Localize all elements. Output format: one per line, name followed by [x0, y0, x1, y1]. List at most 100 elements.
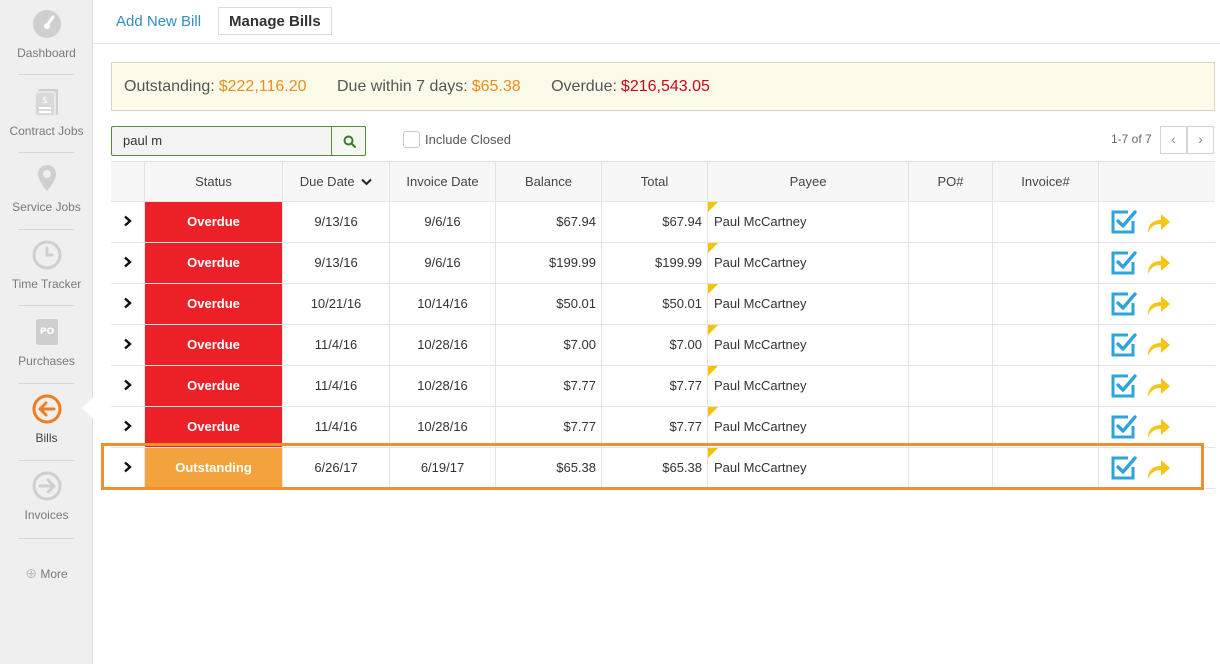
- chevron-right-icon: [124, 297, 132, 309]
- bills-summary: Outstanding: $222,116.20 Due within 7 day…: [111, 62, 1215, 111]
- due-date-cell: 11/4/16: [282, 366, 389, 406]
- payee-name: Paul McCartney: [714, 460, 807, 475]
- nav-time-tracker[interactable]: Time Tracker: [0, 239, 93, 291]
- invoice-number-cell: [992, 284, 1098, 324]
- header-payee[interactable]: Payee: [707, 162, 908, 202]
- chevron-right-icon: [124, 256, 132, 268]
- expand-row-button[interactable]: [111, 284, 144, 324]
- chevron-right-icon: [124, 379, 132, 391]
- header-balance[interactable]: Balance: [495, 162, 601, 202]
- due-date-cell: 9/13/16: [282, 243, 389, 283]
- edit-checkbox-icon[interactable]: [1109, 331, 1137, 359]
- nav-service-jobs[interactable]: Service Jobs: [0, 162, 93, 214]
- table-row[interactable]: Overdue 9/13/16 9/6/16 $199.99 $199.99 P…: [111, 243, 1215, 284]
- pager-count: 1-7 of 7: [1111, 132, 1152, 146]
- chevron-right-icon: [124, 420, 132, 432]
- forward-arrow-icon[interactable]: [1145, 253, 1171, 275]
- expand-row-button[interactable]: [111, 202, 144, 242]
- invoice-date-cell: 10/28/16: [389, 325, 495, 365]
- payee-name: Paul McCartney: [714, 296, 807, 311]
- expand-row-button[interactable]: [111, 448, 144, 488]
- search-button[interactable]: [331, 126, 366, 156]
- nav-dashboard[interactable]: Dashboard: [0, 8, 93, 60]
- table-row[interactable]: Overdue 11/4/16 10/28/16 $7.77 $7.77 Pau…: [111, 366, 1215, 407]
- invoice-number-cell: [992, 448, 1098, 488]
- payee-cell: Paul McCartney: [707, 284, 908, 324]
- nav-bills-label: Bills: [35, 431, 58, 445]
- status-badge: Overdue: [144, 407, 282, 447]
- header-expand: [111, 162, 144, 202]
- forward-arrow-icon[interactable]: [1145, 458, 1171, 480]
- top-tabs: Add New Bill Manage Bills: [93, 0, 1220, 44]
- row-actions: [1098, 202, 1215, 242]
- header-invoice-date[interactable]: Invoice Date: [389, 162, 495, 202]
- table-row[interactable]: Outstanding 6/26/17 6/19/17 $65.38 $65.3…: [111, 448, 1215, 489]
- invoice-date-cell: 9/6/16: [389, 243, 495, 283]
- divider: [18, 383, 74, 384]
- forward-arrow-icon[interactable]: [1145, 417, 1171, 439]
- po-cell: [908, 243, 992, 283]
- include-closed-checkbox[interactable]: [403, 131, 420, 148]
- row-actions: [1098, 366, 1215, 406]
- nav-more[interactable]: ⊕ More: [0, 565, 93, 582]
- expand-row-button[interactable]: [111, 325, 144, 365]
- forward-arrow-icon[interactable]: [1145, 335, 1171, 357]
- status-badge: Overdue: [144, 325, 282, 365]
- tab-manage-bills[interactable]: Manage Bills: [218, 7, 332, 35]
- header-actions: [1098, 162, 1215, 202]
- nav-purchases[interactable]: PO Purchases: [0, 316, 93, 368]
- forward-arrow-icon[interactable]: [1145, 376, 1171, 398]
- bills-arrow-left-icon: [32, 394, 61, 424]
- edit-checkbox-icon[interactable]: [1109, 454, 1137, 482]
- table-row[interactable]: Overdue 9/13/16 9/6/16 $67.94 $67.94 Pau…: [111, 202, 1215, 243]
- balance-cell: $7.77: [495, 366, 601, 406]
- header-invoice-number[interactable]: Invoice#: [992, 162, 1098, 202]
- plus-circle-icon: ⊕: [25, 565, 38, 581]
- payee-name: Paul McCartney: [714, 337, 807, 352]
- edit-checkbox-icon[interactable]: [1109, 249, 1137, 277]
- forward-arrow-icon[interactable]: [1145, 294, 1171, 316]
- table-row[interactable]: Overdue 11/4/16 10/28/16 $7.00 $7.00 Pau…: [111, 325, 1215, 366]
- expand-row-button[interactable]: [111, 407, 144, 447]
- divider: [18, 152, 74, 153]
- invoice-date-cell: 10/28/16: [389, 366, 495, 406]
- payee-cell: Paul McCartney: [707, 448, 908, 488]
- total-cell: $50.01: [601, 284, 707, 324]
- po-cell: [908, 202, 992, 242]
- edit-checkbox-icon[interactable]: [1109, 372, 1137, 400]
- nav-invoices-label: Invoices: [24, 508, 69, 522]
- edit-checkbox-icon[interactable]: [1109, 208, 1137, 236]
- table-row[interactable]: Overdue 11/4/16 10/28/16 $7.77 $7.77 Pau…: [111, 407, 1215, 448]
- search-input[interactable]: paul m: [111, 126, 332, 156]
- expand-row-button[interactable]: [111, 366, 144, 406]
- header-po[interactable]: PO#: [908, 162, 992, 202]
- edit-checkbox-icon[interactable]: [1109, 413, 1137, 441]
- table-row[interactable]: Overdue 10/21/16 10/14/16 $50.01 $50.01 …: [111, 284, 1215, 325]
- nav-contract-jobs[interactable]: $ Contract Jobs: [0, 86, 93, 138]
- balance-cell: $65.38: [495, 448, 601, 488]
- payee-cell: Paul McCartney: [707, 366, 908, 406]
- nav-invoices[interactable]: Invoices: [0, 470, 93, 522]
- expand-row-button[interactable]: [111, 243, 144, 283]
- divider: [18, 229, 74, 230]
- header-due-date[interactable]: Due Date: [282, 162, 389, 202]
- pager-prev-button[interactable]: ‹: [1160, 126, 1187, 154]
- header-total[interactable]: Total: [601, 162, 707, 202]
- invoices-arrow-right-icon: [32, 471, 61, 501]
- status-badge: Overdue: [144, 366, 282, 406]
- po-cell: [908, 284, 992, 324]
- header-status[interactable]: Status: [144, 162, 282, 202]
- overdue-label: Overdue:: [551, 78, 617, 95]
- location-pin-icon: [37, 165, 56, 191]
- nav-bills[interactable]: Bills: [0, 393, 93, 445]
- edit-checkbox-icon[interactable]: [1109, 290, 1137, 318]
- pager-next-button[interactable]: ›: [1187, 126, 1214, 154]
- invoice-number-cell: [992, 202, 1098, 242]
- forward-arrow-icon[interactable]: [1145, 212, 1171, 234]
- payee-name: Paul McCartney: [714, 419, 807, 434]
- payee-cell: Paul McCartney: [707, 202, 908, 242]
- divider: [18, 460, 74, 461]
- nav-contract-jobs-label: Contract Jobs: [9, 124, 84, 138]
- po-cell: [908, 407, 992, 447]
- tab-add-new-bill[interactable]: Add New Bill: [116, 13, 201, 30]
